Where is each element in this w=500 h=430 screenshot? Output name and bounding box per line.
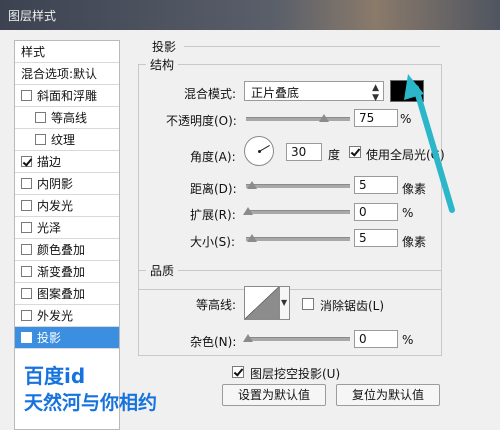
watermark-line1: 百度id	[24, 364, 86, 388]
annotation-arrow-shaft	[413, 85, 455, 213]
watermark-line2: 天然河与你相约	[24, 392, 158, 414]
window-title: 图层样式	[8, 9, 57, 23]
title-bar: 图层样式	[0, 0, 500, 30]
dialog-client-area: 样式 混合选项:默认 斜面和浮雕 等高线 纹理 描边 内阴影 内发光 光泽 颜色叠加 渐变叠加 图案叠…	[0, 30, 500, 430]
